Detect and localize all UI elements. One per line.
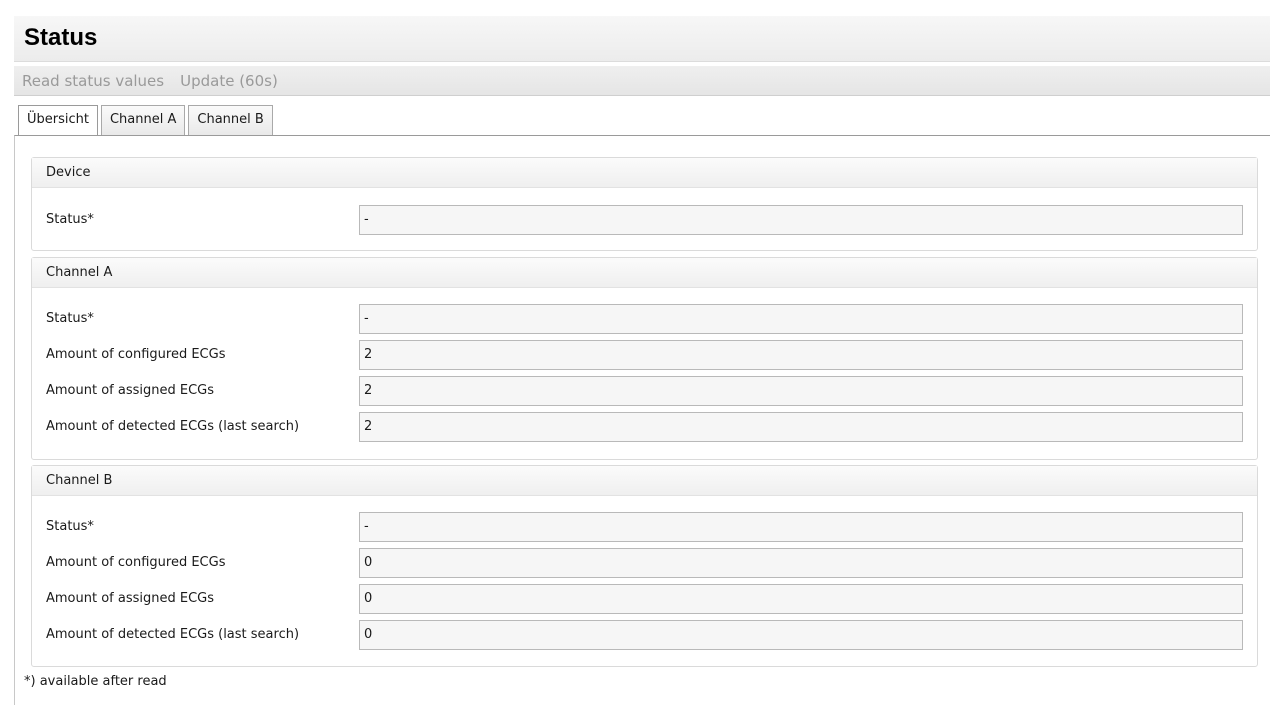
tab-channel-b[interactable]: Channel B bbox=[188, 105, 273, 135]
channel-a-detected-field[interactable]: 2 bbox=[359, 412, 1243, 442]
device-status-row: Status* - bbox=[32, 205, 1259, 235]
channel-b-configured-row: Amount of configured ECGs 0 bbox=[32, 548, 1259, 578]
tab-channel-a[interactable]: Channel A bbox=[100, 105, 186, 135]
channel-b-assigned-row: Amount of assigned ECGs 0 bbox=[32, 584, 1259, 614]
channel-b-detected-label: Amount of detected ECGs (last search) bbox=[46, 627, 300, 642]
tab-bar: Übersicht Channel A Channel B bbox=[18, 105, 276, 136]
channel-a-group-title: Channel A bbox=[32, 258, 1257, 288]
channel-a-status-field[interactable]: - bbox=[359, 304, 1243, 334]
channel-b-status-row: Status* - bbox=[32, 512, 1259, 542]
channel-b-assigned-label: Amount of assigned ECGs bbox=[46, 591, 215, 606]
channel-a-configured-label: Amount of configured ECGs bbox=[46, 347, 226, 362]
footnote: *) available after read bbox=[24, 674, 167, 689]
channel-b-group-title: Channel B bbox=[32, 466, 1257, 496]
channel-a-detected-label: Amount of detected ECGs (last search) bbox=[46, 419, 300, 434]
channel-b-configured-field[interactable]: 0 bbox=[359, 548, 1243, 578]
channel-a-assigned-label: Amount of assigned ECGs bbox=[46, 383, 215, 398]
channel-a-status-row: Status* - bbox=[32, 304, 1259, 334]
channel-b-group: Channel B Status* - Amount of configured… bbox=[31, 465, 1258, 667]
device-group: Device Status* - bbox=[31, 157, 1258, 251]
channel-a-status-label: Status* bbox=[46, 311, 94, 326]
overview-panel: Device Status* - Channel A Status* - Amo… bbox=[14, 135, 1270, 705]
toolbar: Read status values Update (60s) bbox=[14, 66, 1270, 96]
channel-a-configured-row: Amount of configured ECGs 2 bbox=[32, 340, 1259, 370]
tab-uebersicht[interactable]: Übersicht bbox=[18, 105, 98, 136]
page-title: Status bbox=[14, 16, 1270, 62]
channel-b-configured-label: Amount of configured ECGs bbox=[46, 555, 226, 570]
channel-a-assigned-row: Amount of assigned ECGs 2 bbox=[32, 376, 1259, 406]
device-status-field[interactable]: - bbox=[359, 205, 1243, 235]
channel-a-group: Channel A Status* - Amount of configured… bbox=[31, 257, 1258, 460]
channel-b-detected-row: Amount of detected ECGs (last search) 0 bbox=[32, 620, 1259, 650]
channel-b-detected-field[interactable]: 0 bbox=[359, 620, 1243, 650]
channel-a-assigned-field[interactable]: 2 bbox=[359, 376, 1243, 406]
read-status-values-button[interactable]: Read status values bbox=[22, 72, 164, 90]
channel-b-assigned-field[interactable]: 0 bbox=[359, 584, 1243, 614]
device-status-label: Status* bbox=[46, 212, 94, 227]
channel-b-status-field[interactable]: - bbox=[359, 512, 1243, 542]
update-button[interactable]: Update (60s) bbox=[180, 72, 278, 90]
status-window: Status Read status values Update (60s) Ü… bbox=[14, 16, 1270, 705]
channel-a-configured-field[interactable]: 2 bbox=[359, 340, 1243, 370]
device-group-title: Device bbox=[32, 158, 1257, 188]
channel-b-status-label: Status* bbox=[46, 519, 94, 534]
channel-a-detected-row: Amount of detected ECGs (last search) 2 bbox=[32, 412, 1259, 442]
